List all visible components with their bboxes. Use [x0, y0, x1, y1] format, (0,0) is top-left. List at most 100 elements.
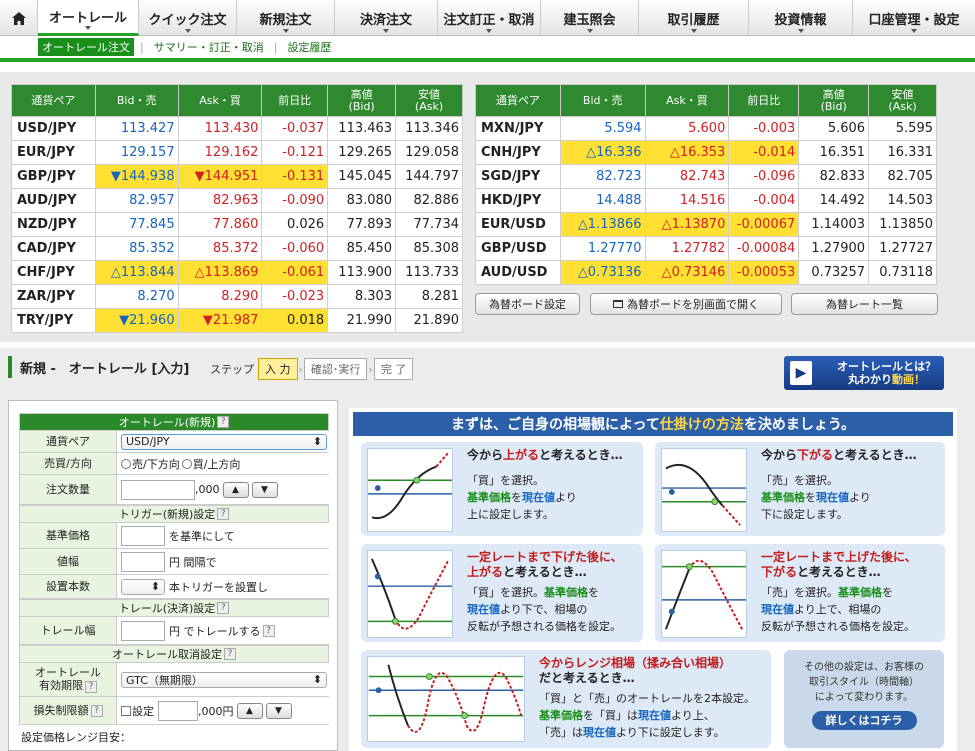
- cell-change: -0.060: [261, 236, 329, 261]
- details-button[interactable]: 詳しくはコチラ: [811, 711, 917, 730]
- qty-input[interactable]: [121, 479, 195, 500]
- cell-bid[interactable]: 82.957: [94, 188, 179, 213]
- open-board-window-button[interactable]: 為替ボードを別画面で開く: [590, 293, 782, 315]
- loss-checkbox[interactable]: [121, 705, 131, 716]
- card-down-desc-2d: より: [849, 491, 871, 504]
- tab-new-order[interactable]: 新規注文: [237, 0, 335, 36]
- tab-quick-order[interactable]: クイック注文: [139, 0, 237, 36]
- tab-autotrail[interactable]: オートレール: [38, 0, 139, 36]
- help-icon[interactable]: ?: [262, 624, 275, 637]
- subnav-summary[interactable]: サマリー・訂正・取消: [150, 39, 268, 55]
- cell-ask[interactable]: 14.516: [644, 188, 730, 213]
- help-icon[interactable]: ?: [217, 508, 230, 520]
- buy-radio[interactable]: [181, 458, 192, 469]
- loss-down-button[interactable]: ▼: [265, 702, 292, 719]
- rate-list-button[interactable]: 為替レート一覧: [791, 293, 938, 315]
- rate-row[interactable]: AUD/USD △0.73136 △0.73146 -0.00053 0.73257 0.…: [475, 260, 937, 285]
- cell-ask[interactable]: 85.372: [177, 236, 263, 261]
- base-price-term: 基準価格: [761, 491, 805, 504]
- subnav-history[interactable]: 設定履歴: [283, 39, 335, 55]
- cell-bid[interactable]: 85.352: [94, 236, 179, 261]
- cell-bid[interactable]: 1.27770: [559, 236, 646, 261]
- cell-ask[interactable]: 8.290: [177, 284, 263, 309]
- help-icon[interactable]: ?: [217, 416, 230, 428]
- cell-ask[interactable]: 82.963: [177, 188, 263, 213]
- cell-ask[interactable]: 1.27782: [644, 236, 730, 261]
- cell-bid[interactable]: 113.427: [94, 116, 179, 141]
- chart-rise-down-icon: [661, 550, 747, 638]
- rate-row[interactable]: AUD/JPY 82.957 82.963 -0.090 83.080 82.886: [11, 188, 463, 213]
- rate-row[interactable]: USD/JPY 113.427 113.430 -0.037 113.463 113.34…: [11, 116, 463, 141]
- help-icon[interactable]: ?: [90, 704, 103, 717]
- cell-bid[interactable]: 8.270: [94, 284, 179, 309]
- cell-bid[interactable]: △1.13866: [559, 212, 646, 237]
- sell-radio[interactable]: [121, 458, 131, 469]
- card-rise-down-title-2a: 下がる: [761, 565, 798, 579]
- expiry-select[interactable]: GTC（無期限） ⬍: [121, 671, 327, 688]
- tab-close-order[interactable]: 決済注文: [335, 0, 438, 36]
- cell-bid[interactable]: ▼21.960: [94, 308, 179, 333]
- rate-row[interactable]: SGD/JPY 82.723 82.743 -0.096 82.833 82.705: [475, 164, 937, 189]
- loss-input[interactable]: [158, 700, 198, 721]
- rate-row[interactable]: GBP/JPY ▼144.938 ▼144.951 -0.131 145.045 144.…: [11, 164, 463, 189]
- cell-bid[interactable]: 82.723: [559, 164, 646, 189]
- tab-market-info[interactable]: 投資情報: [749, 0, 853, 36]
- rate-row[interactable]: EUR/USD △1.13866 △1.13870 -0.00067 1.14003 1.…: [475, 212, 937, 237]
- card-range-desc-2b: を「買」は: [583, 709, 638, 722]
- qty-up-button[interactable]: ▲: [222, 481, 249, 498]
- qty-down-button[interactable]: ▼: [251, 481, 278, 498]
- rate-row[interactable]: HKD/JPY 14.488 14.516 -0.004 14.492 14.503: [475, 188, 937, 213]
- cell-bid[interactable]: 5.594: [559, 116, 646, 141]
- guide-card-rise-down: 一定レートまで上げた後に、 下がると考えるとき… 「売」を選択。基準価格を 現在値よ…: [655, 544, 945, 642]
- cell-ask[interactable]: △113.869: [177, 260, 263, 285]
- tab-positions[interactable]: 建玉照会: [541, 0, 639, 36]
- help-icon[interactable]: ?: [217, 602, 230, 614]
- subnav-autotrail-order[interactable]: オートレール注文: [38, 38, 134, 56]
- count-select[interactable]: ⬍: [121, 578, 165, 595]
- help-icon[interactable]: ?: [224, 648, 236, 660]
- tab-account[interactable]: 口座管理・設定: [853, 0, 975, 36]
- cell-ask[interactable]: 77.860: [177, 212, 263, 237]
- cell-bid[interactable]: △113.844: [94, 260, 179, 285]
- cell-bid[interactable]: △16.336: [559, 140, 646, 165]
- help-icon[interactable]: ?: [85, 681, 97, 693]
- cell-bid[interactable]: ▼144.938: [94, 164, 179, 189]
- cell-ask[interactable]: △16.353: [644, 140, 730, 165]
- cell-ask[interactable]: ▼21.987: [177, 308, 263, 333]
- chevron-down-icon: [911, 29, 917, 33]
- video-icon: ▶: [790, 361, 812, 385]
- tab-history[interactable]: 取引履歴: [639, 0, 749, 36]
- expiry-label-1: オートレール: [35, 666, 101, 679]
- cell-change: -0.037: [261, 116, 329, 141]
- cell-ask[interactable]: △1.13870: [644, 212, 730, 237]
- cell-ask[interactable]: 82.743: [644, 164, 730, 189]
- cell-ask[interactable]: 129.162: [177, 140, 263, 165]
- cell-ask[interactable]: 113.430: [177, 116, 263, 141]
- cell-bid[interactable]: 14.488: [559, 188, 646, 213]
- rate-row[interactable]: GBP/USD 1.27770 1.27782 -0.00084 1.27900 1.27…: [475, 236, 937, 261]
- cell-ask[interactable]: ▼144.951: [177, 164, 263, 189]
- rate-row[interactable]: CNH/JPY △16.336 △16.353 -0.014 16.351 16.331: [475, 140, 937, 165]
- card-range-desc-3: 「売」は現在値より下に設定します。: [539, 724, 755, 741]
- width-input[interactable]: [121, 551, 165, 572]
- cell-ask[interactable]: △0.73146: [644, 260, 730, 285]
- cell-bid[interactable]: 77.845: [94, 212, 179, 237]
- cell-ask[interactable]: 5.600: [644, 116, 730, 141]
- rate-row[interactable]: ZAR/JPY 8.270 8.290 -0.023 8.303 8.281: [11, 284, 463, 309]
- rate-row[interactable]: MXN/JPY 5.594 5.600 -0.003 5.606 5.595: [475, 116, 937, 141]
- rate-row[interactable]: TRY/JPY ▼21.960 ▼21.987 0.018 21.990 21.890: [11, 308, 463, 333]
- base-price-input[interactable]: [121, 525, 165, 546]
- rate-row[interactable]: EUR/JPY 129.157 129.162 -0.121 129.265 129.05…: [11, 140, 463, 165]
- board-settings-button[interactable]: 為替ボード設定: [475, 293, 580, 315]
- trail-input[interactable]: [121, 620, 165, 641]
- rate-row[interactable]: NZD/JPY 77.845 77.860 0.026 77.893 77.734: [11, 212, 463, 237]
- loss-up-button[interactable]: ▲: [236, 702, 263, 719]
- currency-select[interactable]: USD/JPY ⬍: [121, 433, 327, 450]
- home-tab[interactable]: [0, 0, 38, 36]
- cell-bid[interactable]: △0.73136: [559, 260, 646, 285]
- cell-bid[interactable]: 129.157: [94, 140, 179, 165]
- rate-row[interactable]: CAD/JPY 85.352 85.372 -0.060 85.450 85.308: [11, 236, 463, 261]
- rate-row[interactable]: CHF/JPY △113.844 △113.869 -0.061 113.900 113.…: [11, 260, 463, 285]
- what-is-autotrail-button[interactable]: ▶ オートレールとは？ 丸わかり動画！: [784, 356, 944, 390]
- tab-modify-cancel[interactable]: 注文訂正・取消: [438, 0, 541, 36]
